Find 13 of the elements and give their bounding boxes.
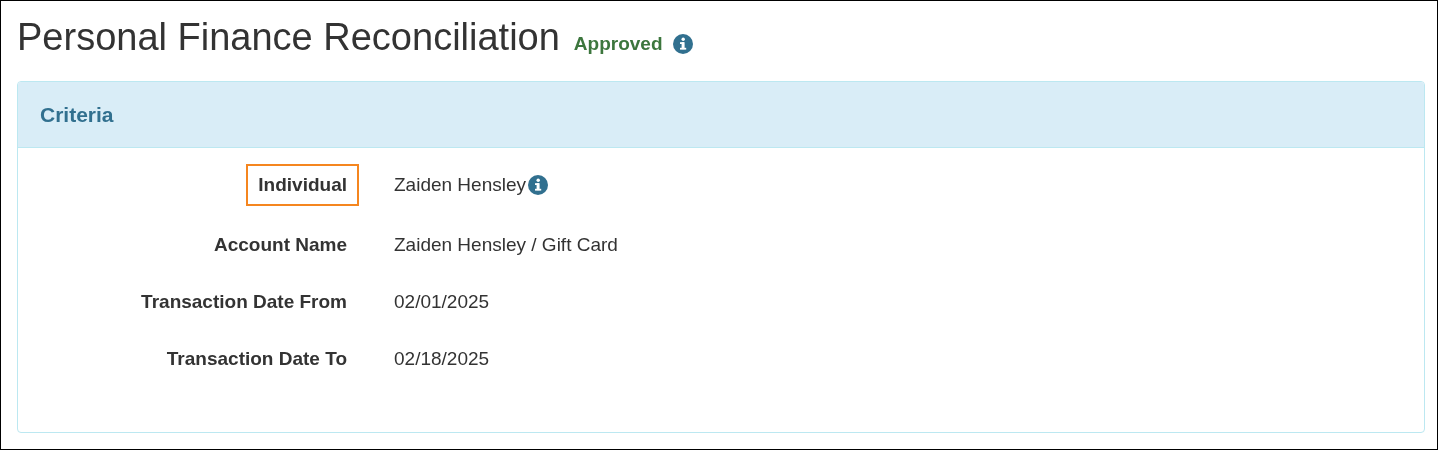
status-label: Approved xyxy=(573,33,663,55)
field-value: Zaiden Hensley / Gift Card xyxy=(394,233,618,256)
field-value: 02/18/2025 xyxy=(394,347,490,370)
field-label: Transaction Date From xyxy=(140,289,348,314)
info-icon[interactable] xyxy=(672,34,693,54)
field-label: Transaction Date To xyxy=(165,346,348,371)
field-label: Account Name xyxy=(212,232,348,257)
panel-title: Criteria xyxy=(40,102,114,127)
page-title: Personal Finance Reconciliation xyxy=(17,15,560,59)
info-icon[interactable] xyxy=(528,175,549,195)
field-value: Zaiden Hensley xyxy=(394,174,527,196)
field-label: Individual xyxy=(246,164,359,206)
field-value: 02/01/2025 xyxy=(394,290,490,313)
